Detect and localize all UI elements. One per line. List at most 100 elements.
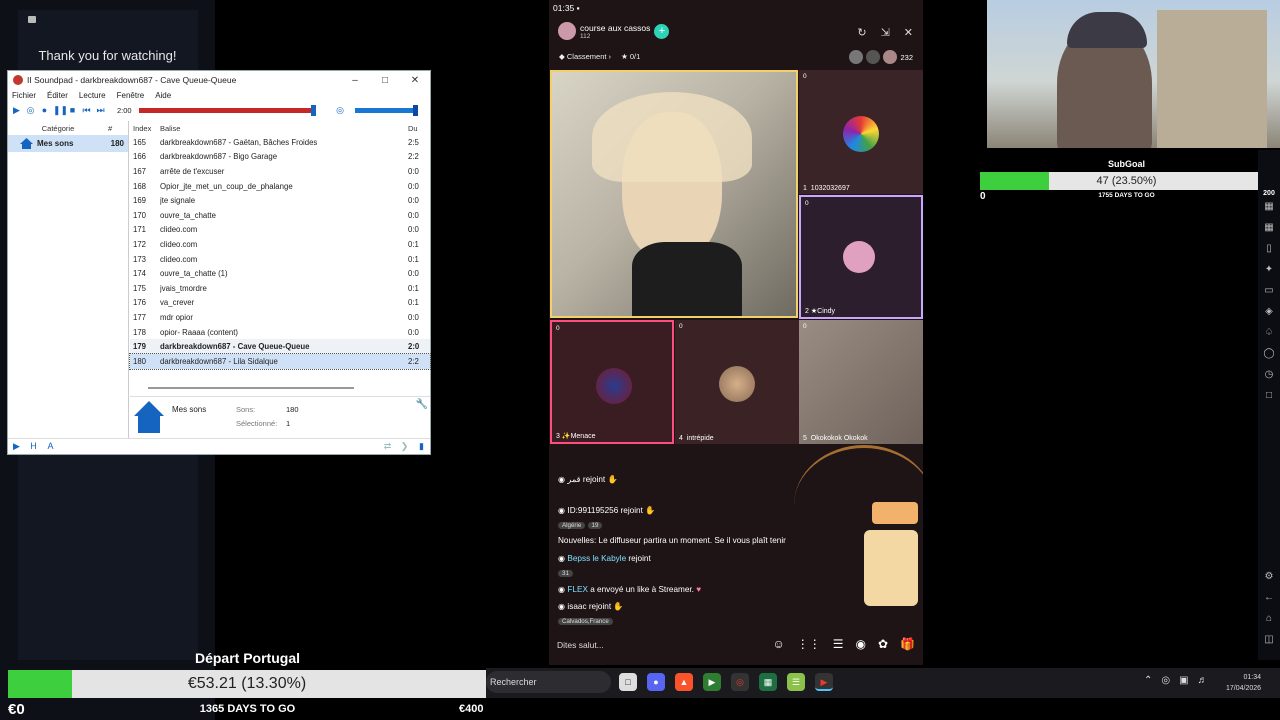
close-button[interactable]: ✕ <box>400 75 430 86</box>
tag-column-header[interactable]: Balise <box>160 124 408 133</box>
speaker-icon[interactable]: ♬ <box>1198 675 1208 686</box>
hotkey-icon[interactable]: H <box>28 441 39 452</box>
menu-fichier[interactable]: Fichier <box>12 91 36 100</box>
play-icon-status[interactable]: ▶ <box>11 441 22 452</box>
table-row[interactable]: 179 darkbreakdown687 - Cave Queue-Queue 2:… <box>130 339 430 354</box>
window-icon[interactable]: □ <box>1266 390 1272 401</box>
display-icon[interactable]: ▣ <box>1179 675 1188 686</box>
home-icon-side[interactable]: ⌂ <box>1266 613 1272 624</box>
guest-slot-3[interactable]: 0 3 ✨Menace <box>550 320 674 444</box>
maximize-button[interactable]: □ <box>370 75 400 86</box>
clock-icon[interactable]: ◷ <box>1265 369 1274 380</box>
headphones-volume-icon[interactable]: ◎ <box>335 105 346 116</box>
playback-progress-bar[interactable] <box>138 104 316 116</box>
video-app-icon[interactable]: ▶ <box>815 673 833 691</box>
pk-gift-icon[interactable] <box>872 502 918 524</box>
chevron-up-icon[interactable]: ⌃ <box>1144 675 1152 686</box>
volume-knob[interactable] <box>412 104 418 116</box>
stop-icon[interactable]: ■ <box>67 105 78 116</box>
brave-icon[interactable]: ▲ <box>675 673 693 691</box>
previous-icon[interactable]: ⏮ <box>81 105 92 116</box>
category-item-mes-sons[interactable]: Mes sons 180 <box>8 135 128 152</box>
guest-slot-5[interactable]: 0 5 Okokokok Okokok <box>799 320 923 444</box>
category-column-header[interactable]: Catégorie <box>8 124 108 133</box>
star-goal[interactable]: ★ 0/1 <box>621 52 640 61</box>
table-row[interactable]: 174 ouvre_ta_chatte (1) 0:0 <box>130 266 430 281</box>
horizontal-scrollbar[interactable] <box>148 387 354 389</box>
wrench-icon[interactable]: 🔧 <box>416 399 428 410</box>
duration-column-header[interactable]: Du <box>408 124 418 133</box>
viewer-list[interactable]: 232 <box>849 50 913 64</box>
taskbar-clock[interactable]: 01:34 17/04/2026 <box>1226 672 1261 694</box>
chat-input[interactable]: Dites salut... <box>557 640 604 650</box>
pages-icon[interactable]: ◫ <box>1264 634 1273 645</box>
play-icon[interactable]: ▶ <box>11 105 22 116</box>
play-store-icon[interactable]: ▶ <box>703 673 721 691</box>
layers-icon[interactable]: ◯ <box>1263 348 1274 359</box>
count-column-header[interactable]: # <box>108 124 112 133</box>
table-row[interactable]: 168 Opior_jte_met_un_coup_de_phalange 0:0 <box>130 179 430 194</box>
table-row[interactable]: 171 clideo.com 0:0 <box>130 223 430 238</box>
table-row[interactable]: 176 va_crever 0:1 <box>130 296 430 311</box>
gift-icon[interactable]: 🎁 <box>900 637 915 651</box>
share-icon[interactable]: ↻ <box>857 26 866 39</box>
table-row[interactable]: 172 clideo.com 0:1 <box>130 237 430 252</box>
bell-icon[interactable]: ♤ <box>1265 327 1274 338</box>
microphone-icon[interactable]: ● <box>39 105 50 116</box>
progress-knob[interactable] <box>310 104 316 116</box>
crosshair-icon[interactable]: ✦ <box>1265 264 1273 275</box>
table-row[interactable]: 173 clideo.com 0:1 <box>130 252 430 267</box>
stack-app-icon[interactable]: ☰ <box>787 673 805 691</box>
mic-icon[interactable]: ◎ <box>1161 675 1170 686</box>
table-row[interactable]: 169 jte signale 0:0 <box>130 193 430 208</box>
menu-fenetre[interactable]: Fenêtre <box>117 91 145 100</box>
chat-icon[interactable]: ▮ <box>416 441 427 452</box>
taskbar-search[interactable]: Rechercher <box>486 671 611 693</box>
table-row[interactable]: 166 darkbreakdown687 - Bigo Garage 2:2 <box>130 150 430 165</box>
guest-slot-2[interactable]: 0 2 ★Cindy <box>799 195 923 319</box>
headphones-icon[interactable]: ◎ <box>25 105 36 116</box>
table-row[interactable]: 178 opior- Raaaa (content) 0:0 <box>130 325 430 340</box>
index-column-header[interactable]: Index <box>130 124 160 133</box>
emoji-icon[interactable]: ☺ <box>772 637 784 651</box>
host-avatar[interactable] <box>558 22 576 40</box>
close-icon[interactable]: ✕ <box>904 26 913 39</box>
pause-icon[interactable]: ❚❚ <box>53 105 68 116</box>
menu-editer[interactable]: Éditer <box>47 91 68 100</box>
guest-slot-4[interactable]: 0 4 intrépide <box>675 320 799 444</box>
host-info[interactable]: course aux cassos 112 + <box>558 22 670 40</box>
back-icon[interactable]: ← <box>1264 592 1274 603</box>
chart-icon[interactable]: ▦ <box>1264 201 1273 212</box>
menu-icon[interactable]: ☰ <box>833 637 844 651</box>
minimize-icon[interactable]: ⇲ <box>881 26 890 39</box>
task-view-icon[interactable]: □ <box>619 673 637 691</box>
discord-icon[interactable]: ● <box>647 673 665 691</box>
guest-slot-1[interactable]: 0 1 1032032697 <box>799 70 923 194</box>
settings-icon[interactable]: ⚙ <box>1265 571 1274 582</box>
follow-button[interactable]: + <box>654 23 670 39</box>
excel-icon[interactable]: ▦ <box>759 673 777 691</box>
folder-icon[interactable]: ▯ <box>1266 243 1272 254</box>
volume-slider[interactable] <box>354 104 418 116</box>
host-video[interactable] <box>550 70 798 318</box>
next-icon[interactable]: ⏭ <box>95 105 106 116</box>
forward-icon[interactable]: ❯ <box>399 441 410 452</box>
table-row[interactable]: 165 darkbreakdown687 - Gaëtan, Bâches Fro… <box>130 135 430 150</box>
minimize-button[interactable]: – <box>340 75 370 86</box>
ranking-button[interactable]: ◆ Classement › <box>559 52 611 61</box>
rose-icon[interactable]: ✿ <box>878 637 888 651</box>
table-row[interactable]: 167 arrête de t'excuser 0:0 <box>130 164 430 179</box>
text-icon[interactable]: A <box>45 441 56 452</box>
loop-icon[interactable]: ⇄ <box>382 441 393 452</box>
table-row[interactable]: 175 jvais_tmordre 0:1 <box>130 281 430 296</box>
page-icon[interactable]: ▭ <box>1264 285 1273 296</box>
audio-icon[interactable]: ⋮⋮ <box>797 637 821 651</box>
menu-aide[interactable]: Aide <box>155 91 171 100</box>
menu-lecture[interactable]: Lecture <box>79 91 106 100</box>
table-row[interactable]: 177 mdr opior 0:0 <box>130 310 430 325</box>
promo-card[interactable] <box>864 530 918 606</box>
table-row[interactable]: 180 darkbreakdown687 - Lila Sidalque 2:2 <box>129 352 431 370</box>
table-row[interactable]: 170 ouvre_ta_chatte 0:0 <box>130 208 430 223</box>
game-icon[interactable]: ◉ <box>856 637 866 651</box>
obs-icon[interactable]: ◎ <box>731 673 749 691</box>
